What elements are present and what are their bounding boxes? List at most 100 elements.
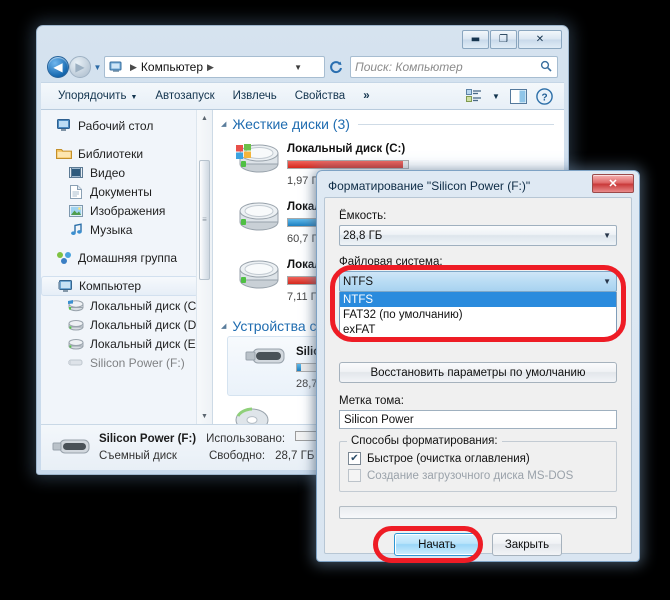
usb-icon xyxy=(51,431,95,465)
dialog-close-button[interactable]: ✕ xyxy=(592,174,634,193)
recent-pages-dropdown[interactable]: ▼ xyxy=(91,63,104,72)
dialog-titlebar: Форматирование "Silicon Power (F:)" ✕ xyxy=(320,174,636,198)
sidebar-item-drive-d[interactable]: Локальный диск (D:) xyxy=(41,315,212,334)
window-controls: ▬ ❐ ✕ xyxy=(462,30,562,49)
sidebar-item-pictures[interactable]: Изображения xyxy=(41,201,212,220)
filesystem-option-exfat[interactable]: exFAT xyxy=(340,322,616,337)
screenshot-root: ▬ ❐ ✕ ◀ ▶ ▼ ▶ Компьютер ▶ ▼ Поиск: Компь… xyxy=(0,0,670,600)
msdos-boot-label: Создание загрузочного диска MS-DOS xyxy=(367,469,574,482)
refresh-icon xyxy=(330,61,342,74)
usb-icon xyxy=(67,355,85,371)
capacity-label: Ёмкость: xyxy=(339,210,387,222)
msdos-boot-checkbox xyxy=(348,469,361,482)
breadcrumb-separator-end[interactable]: ▶ xyxy=(203,62,218,73)
music-icon xyxy=(67,222,85,238)
group-title: Жесткие диски (3) xyxy=(232,116,350,132)
status-free-label: Свободно: xyxy=(209,449,266,462)
sidebar-item-drive-e[interactable]: Локальный диск (E:) xyxy=(41,334,212,353)
drive-icon xyxy=(235,195,281,233)
dialog-body: Ёмкость: 28,8 ГБ ▼ Файловая система: NTF… xyxy=(324,197,632,563)
sidebar-item-label: Компьютер xyxy=(79,279,142,293)
pictures-icon xyxy=(67,203,85,219)
start-button[interactable]: Начать xyxy=(394,533,480,556)
format-methods-label: Способы форматирования: xyxy=(347,435,502,447)
volume-label-input[interactable]: Silicon Power xyxy=(339,410,617,429)
sidebar-item-libraries[interactable]: Библиотеки xyxy=(41,144,212,163)
chevron-down-icon[interactable]: ▼ xyxy=(294,63,302,72)
sidebar-item-drive-f[interactable]: Silicon Power (F:) xyxy=(41,353,212,372)
system-drive-icon xyxy=(67,298,85,314)
view-dropdown-button[interactable]: ▼ xyxy=(490,87,502,105)
sidebar-item-computer[interactable]: Компьютер xyxy=(41,276,198,296)
back-button[interactable]: ◀ xyxy=(47,56,69,78)
sidebar-item-desktop[interactable]: Рабочий стол xyxy=(41,116,212,135)
close-button[interactable]: ✕ xyxy=(518,30,562,49)
sidebar-item-music[interactable]: Музыка xyxy=(41,220,212,239)
group-divider xyxy=(357,123,554,125)
drive-usage-fill xyxy=(288,161,404,168)
sidebar-item-label: Библиотеки xyxy=(78,146,144,161)
close-dialog-button[interactable]: Закрыть xyxy=(492,533,562,556)
sidebar-item-label: Локальный диск (D:) xyxy=(90,317,204,332)
search-placeholder: Поиск: Компьютер xyxy=(355,60,463,74)
forward-button[interactable]: ▶ xyxy=(69,56,91,78)
sidebar-item-homegroup[interactable]: Домашняя группа xyxy=(41,248,212,267)
volume-label-label: Метка тома: xyxy=(339,395,404,407)
change-view-button[interactable] xyxy=(464,87,484,105)
group-header-hard-drives[interactable]: ◢ Жесткие диски (3) xyxy=(213,110,564,134)
computer-icon xyxy=(56,278,74,294)
toolbar-organize-label: Упорядочить xyxy=(58,90,127,102)
scrollbar-grip-icon: ≡ xyxy=(202,215,207,224)
scrollbar-thumb[interactable]: ≡ xyxy=(199,160,210,280)
search-input[interactable]: Поиск: Компьютер xyxy=(350,56,558,78)
scroll-down-icon[interactable]: ▼ xyxy=(197,408,212,424)
sidebar-item-label: Музыка xyxy=(90,222,133,237)
navpane-scrollbar[interactable]: ▲ ≡ ▼ xyxy=(196,110,212,424)
minimize-button[interactable]: ▬ xyxy=(462,30,489,49)
collapse-triangle-icon[interactable]: ◢ xyxy=(221,322,226,330)
dialog-title: Форматирование "Silicon Power (F:)" xyxy=(328,179,531,193)
toolbar-organize[interactable]: Упорядочить ▼ xyxy=(49,86,146,106)
sidebar-item-label: Видео xyxy=(90,165,126,180)
toolbar-eject[interactable]: Извлечь xyxy=(224,86,286,106)
capacity-select[interactable]: 28,8 ГБ ▼ xyxy=(339,225,617,246)
help-button[interactable]: ? xyxy=(534,87,554,105)
collapse-triangle-icon[interactable]: ◢ xyxy=(221,120,226,128)
address-bar[interactable]: ▶ Компьютер ▶ ▼ xyxy=(104,56,325,78)
restore-defaults-label: Восстановить параметры по умолчанию xyxy=(370,366,586,379)
format-progress-bar xyxy=(339,506,617,519)
system-drive-icon xyxy=(235,137,281,175)
chevron-down-icon[interactable]: ▼ xyxy=(603,277,611,286)
drive-icon xyxy=(235,253,281,291)
toolbar-overflow[interactable]: » xyxy=(354,86,378,106)
preview-pane-button[interactable] xyxy=(508,87,528,105)
maximize-button[interactable]: ❐ xyxy=(490,30,517,49)
refresh-button[interactable] xyxy=(325,56,347,78)
status-free-value: 28,7 ГБ xyxy=(275,449,315,462)
status-used-label: Использовано: xyxy=(206,432,286,445)
sidebar-item-drive-c[interactable]: Локальный диск (C:) xyxy=(41,296,212,315)
filesystem-option-fat32[interactable]: FAT32 (по умолчанию) xyxy=(340,307,616,322)
filesystem-option-ntfs[interactable]: NTFS xyxy=(340,292,616,307)
sidebar-item-label: Документы xyxy=(90,184,152,199)
filesystem-value: NTFS xyxy=(343,275,374,288)
sidebar-item-video[interactable]: Видео xyxy=(41,163,212,182)
svg-text:?: ? xyxy=(541,92,547,103)
restore-defaults-button[interactable]: Восстановить параметры по умолчанию xyxy=(339,362,617,383)
navigation-row: ◀ ▶ ▼ ▶ Компьютер ▶ ▼ Поиск: Компьютер xyxy=(47,55,558,79)
sidebar-item-label: Рабочий стол xyxy=(78,118,154,133)
maximize-icon: ❐ xyxy=(499,33,508,45)
quick-format-row[interactable]: ✔ Быстрое (очистка оглавления) xyxy=(348,450,608,467)
sidebar-item-documents[interactable]: Документы xyxy=(41,182,212,201)
filesystem-label: Файловая система: xyxy=(339,256,443,268)
quick-format-checkbox[interactable]: ✔ xyxy=(348,452,361,465)
dialog-buttons: Начать Закрыть xyxy=(339,526,617,563)
toolbar-properties[interactable]: Свойства xyxy=(286,86,355,106)
breadcrumb[interactable]: Компьютер xyxy=(141,60,203,74)
drive-icon xyxy=(67,336,85,352)
scroll-up-icon[interactable]: ▲ xyxy=(197,110,212,126)
toolbar-autoplay[interactable]: Автозапуск xyxy=(146,86,223,106)
filesystem-select[interactable]: NTFS ▼ xyxy=(339,271,617,292)
sidebar-item-label: Локальный диск (C:) xyxy=(90,298,204,313)
filesystem-dropdown-list[interactable]: NTFS FAT32 (по умолчанию) exFAT xyxy=(339,292,617,338)
